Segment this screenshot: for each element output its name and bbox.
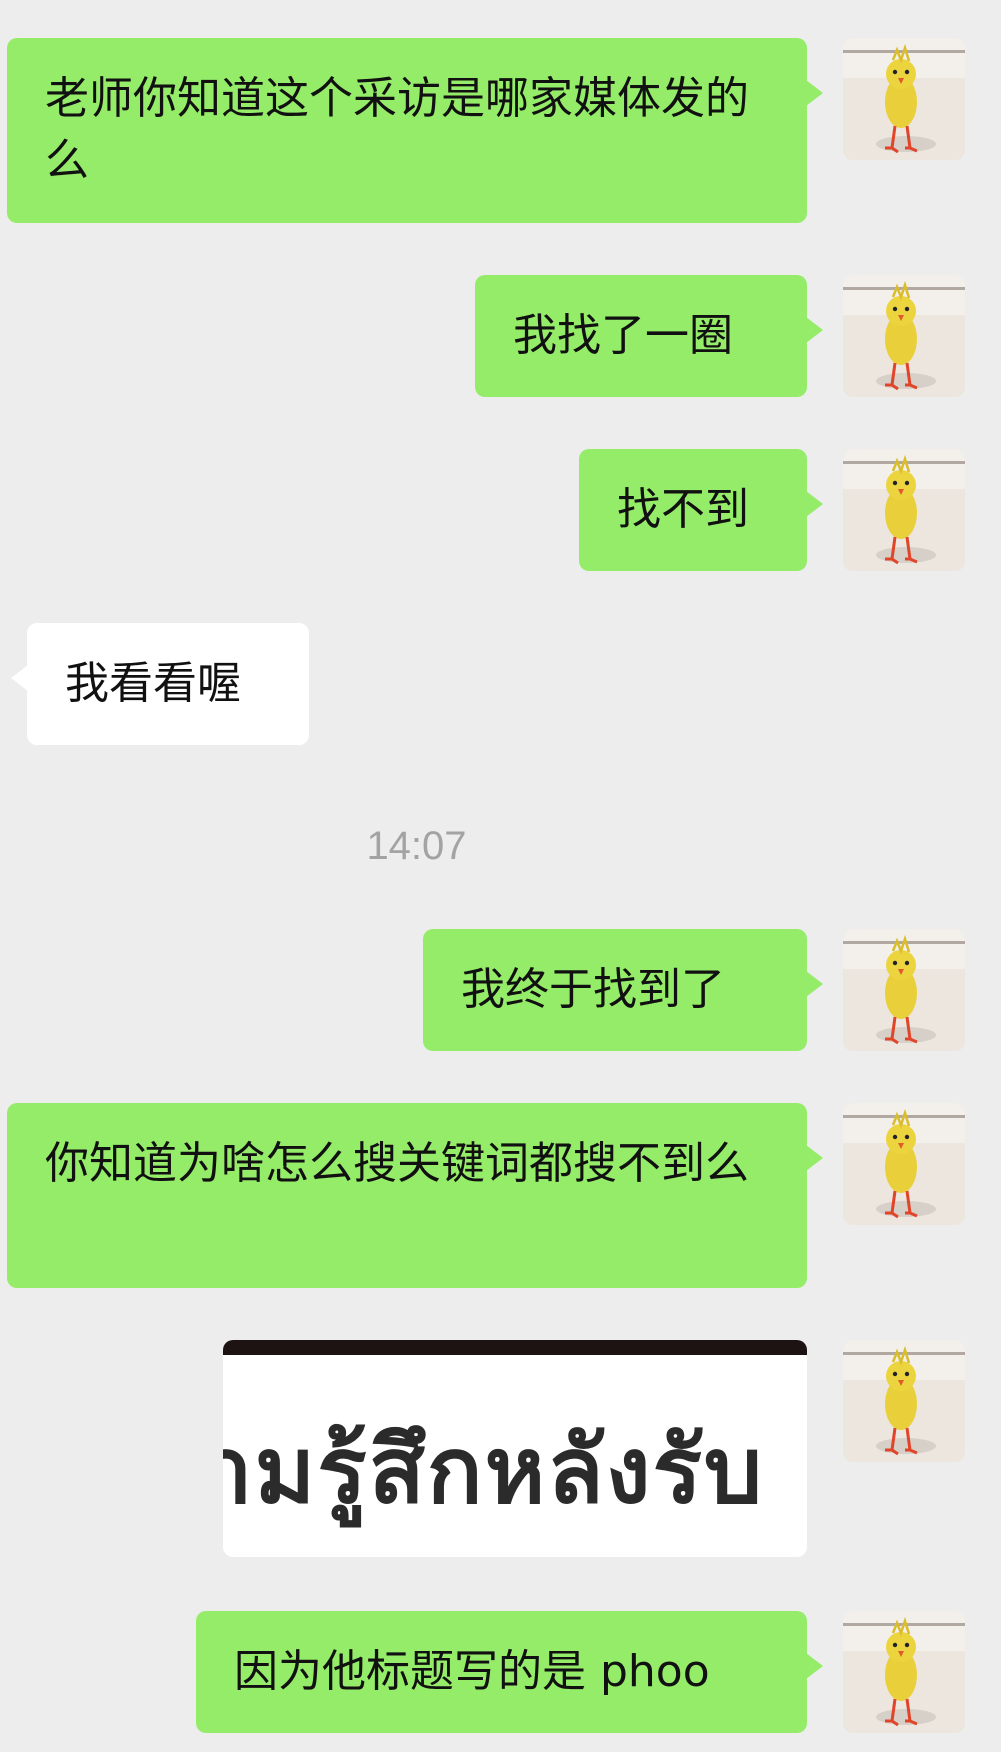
sent-message-bubble[interactable]: 你知道为啥怎么搜关键词都搜不到么: [7, 1103, 823, 1288]
chat-thread: 老师你知道这个采访是哪家媒体发的么 我找了一圈 找不到 我看看喔 14:07 我…: [0, 0, 1001, 1752]
message-timestamp: 14:07: [366, 824, 467, 868]
message-text: 你知道为啥怎么搜关键词都搜不到么: [45, 1138, 749, 1189]
message-text: 我终于找到了: [461, 964, 725, 1015]
sent-message-bubble[interactable]: 老师你知道这个采访是哪家媒体发的么: [7, 38, 823, 223]
chick-avatar-icon[interactable]: [843, 1340, 965, 1462]
message-text: 我找了一圈: [513, 310, 733, 361]
sent-message-bubble[interactable]: 因为他标题写的是 phoo: [196, 1611, 823, 1733]
message-text: 找不到: [617, 484, 749, 535]
chick-avatar-icon[interactable]: [843, 929, 965, 1051]
chick-avatar-icon[interactable]: [843, 449, 965, 571]
chick-avatar-icon[interactable]: [843, 1103, 965, 1225]
image-thai-text: ามรู้สึกหลังรับ: [223, 1417, 765, 1524]
image-message[interactable]: ามรู้สึกหลังรับ: [223, 1340, 807, 1557]
chick-avatar-icon[interactable]: [843, 38, 965, 160]
message-text: 因为他标题写的是 phoo: [234, 1646, 710, 1697]
chick-avatar-icon[interactable]: [843, 275, 965, 397]
chick-avatar-icon[interactable]: [843, 1611, 965, 1733]
sent-message-bubble[interactable]: 找不到: [579, 449, 823, 571]
sent-message-bubble[interactable]: 我找了一圈: [475, 275, 823, 397]
received-message-bubble[interactable]: 我看看喔: [11, 623, 309, 745]
message-text: 老师你知道这个采访是哪家媒体发的么: [45, 73, 749, 186]
image-top-border: [223, 1340, 807, 1355]
message-text: 我看看喔: [65, 658, 241, 709]
sent-message-bubble[interactable]: 我终于找到了: [423, 929, 823, 1051]
